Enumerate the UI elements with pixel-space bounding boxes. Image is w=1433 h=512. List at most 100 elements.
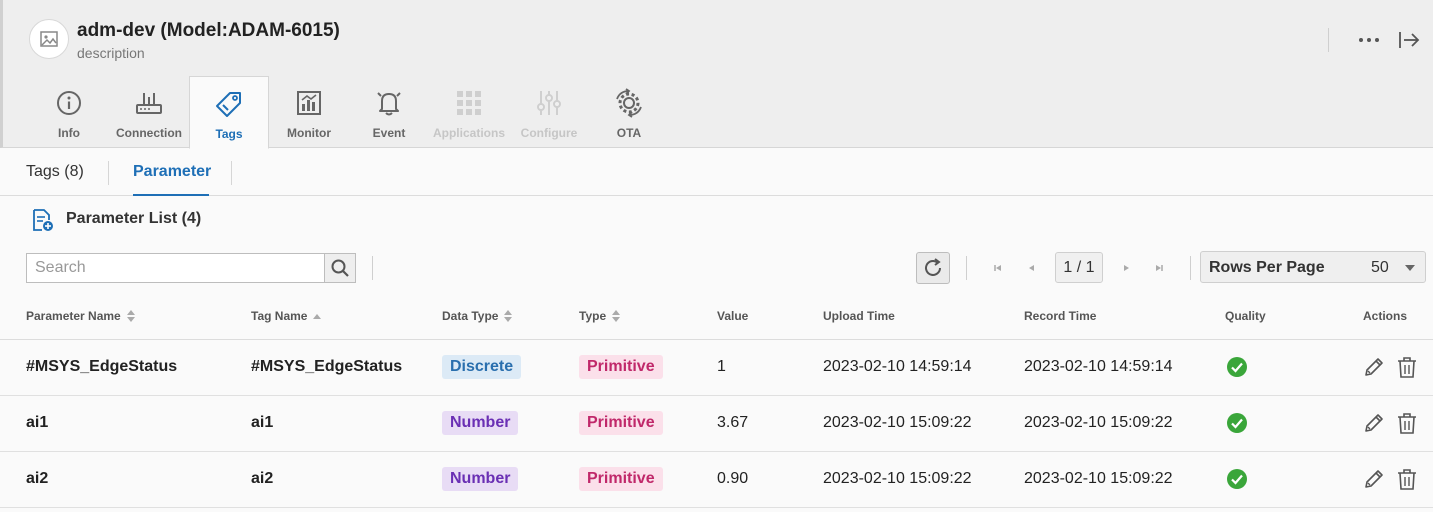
grid-apps-icon: [454, 88, 484, 118]
tab-applications: Applications: [429, 76, 509, 148]
more-button[interactable]: [1355, 28, 1383, 52]
page-title: adm-dev (Model:ADAM-6015): [77, 20, 340, 41]
search-icon: [331, 259, 349, 277]
header-divider: [1328, 28, 1329, 52]
data-type-badge: Number: [442, 411, 519, 435]
column-header-label: Value: [717, 309, 749, 323]
tab-label: Tags: [215, 127, 243, 141]
column-header-parameter-name[interactable]: Parameter Name: [26, 309, 135, 323]
next-page-button[interactable]: [1118, 258, 1134, 278]
sort-icon: [504, 310, 513, 322]
column-header-label: Type: [579, 309, 607, 323]
toolbar-divider: [966, 256, 967, 280]
column-header-actions: Actions: [1363, 309, 1407, 323]
tab-event[interactable]: Event: [349, 76, 429, 148]
refresh-button[interactable]: [916, 252, 950, 284]
first-page-button[interactable]: [990, 258, 1006, 278]
check-circle-icon: [1227, 413, 1247, 433]
table-row: #MSYS_EdgeStatus #MSYS_EdgeStatus Discre…: [0, 340, 1433, 396]
tag-name-cell: #MSYS_EdgeStatus: [251, 358, 403, 375]
record-time-cell: 2023-02-10 15:09:22: [1024, 414, 1173, 431]
prev-page-button[interactable]: [1024, 258, 1040, 278]
column-header-label: Quality: [1225, 309, 1266, 323]
tab-label: Applications: [432, 126, 505, 140]
router-icon: [134, 88, 164, 118]
trash-icon[interactable]: [1396, 468, 1418, 490]
last-page-button[interactable]: [1151, 258, 1167, 278]
value-cell: 0.90: [717, 470, 749, 487]
table-row: ai2 ai2 Number Primitive 0.90 2023-02-10…: [0, 452, 1433, 508]
upload-time-cell: 2023-02-10 15:09:22: [823, 414, 972, 431]
exit-arrow-icon: [1399, 32, 1420, 48]
record-time-cell: 2023-02-10 14:59:14: [1024, 358, 1173, 375]
toolbar-divider: [372, 256, 373, 280]
tab-connection[interactable]: Connection: [109, 76, 189, 148]
document-add-icon[interactable]: [32, 209, 54, 238]
column-header-label: Tag Name: [251, 309, 308, 323]
rows-per-page-value: 50: [1371, 259, 1389, 276]
info-icon: [54, 88, 84, 118]
refresh-icon: [925, 258, 941, 276]
subtab-tags[interactable]: Tags (8): [26, 163, 84, 181]
edit-pencil-icon[interactable]: [1363, 412, 1385, 434]
next-page-icon: [1124, 265, 1129, 271]
more-dots-icon: [1359, 38, 1379, 42]
search-button[interactable]: [324, 253, 356, 283]
tab-monitor[interactable]: Monitor: [269, 76, 349, 148]
parameter-list-title: Parameter List (4): [66, 210, 202, 227]
type-badge: Primitive: [579, 411, 663, 435]
tab-label: Connection: [116, 126, 182, 140]
sort-icon: [126, 310, 135, 322]
tab-label: Info: [58, 126, 80, 140]
upload-time-cell: 2023-02-10 15:09:22: [823, 470, 972, 487]
tag-name-cell: ai1: [251, 414, 274, 431]
column-header-tag-name[interactable]: Tag Name: [251, 309, 322, 323]
search-input[interactable]: [26, 253, 325, 283]
value-cell: 1: [717, 358, 726, 375]
ota-gear-icon: [614, 88, 644, 118]
column-header-record-time: Record Time: [1024, 309, 1096, 323]
tab-info[interactable]: Info: [29, 76, 109, 148]
sub-tabs: Tags (8) Parameter: [0, 148, 1433, 196]
trash-icon[interactable]: [1396, 356, 1418, 378]
type-badge: Primitive: [579, 355, 663, 379]
column-header-data-type[interactable]: Data Type: [442, 309, 513, 323]
column-header-upload-time: Upload Time: [823, 309, 895, 323]
edit-pencil-icon[interactable]: [1363, 356, 1385, 378]
image-placeholder-icon: [29, 19, 69, 59]
edit-pencil-icon[interactable]: [1363, 468, 1385, 490]
rows-per-page-label: Rows Per Page: [1209, 259, 1325, 276]
sort-ascending-icon: [313, 313, 322, 319]
sliders-icon: [534, 88, 564, 118]
tab-tags[interactable]: Tags: [189, 76, 269, 149]
subtab-divider: [231, 161, 232, 185]
chevron-down-icon: [1405, 265, 1415, 271]
column-header-label: Upload Time: [823, 309, 895, 323]
parameter-name-cell: ai1: [26, 414, 49, 431]
last-page-icon: [1156, 265, 1163, 271]
device-tabs: Info Connection Tags Monitor Event Appli…: [29, 76, 669, 149]
column-header-label: Actions: [1363, 309, 1408, 323]
bell-icon: [374, 88, 404, 118]
device-description: description: [77, 45, 145, 61]
sort-icon: [612, 310, 621, 322]
column-header-label: Data Type: [442, 309, 499, 323]
record-time-cell: 2023-02-10 15:09:22: [1024, 470, 1173, 487]
tag-name-cell: ai2: [251, 470, 274, 487]
tab-label: OTA: [616, 126, 642, 140]
check-circle-icon: [1227, 357, 1247, 377]
parameter-name-cell: #MSYS_EdgeStatus: [26, 358, 178, 375]
trash-icon[interactable]: [1396, 412, 1418, 434]
type-badge: Primitive: [579, 467, 663, 491]
column-header-value: Value: [717, 309, 748, 323]
subtab-divider: [108, 161, 109, 185]
subtab-parameter[interactable]: Parameter: [133, 163, 211, 181]
tab-label: Configure: [520, 126, 578, 140]
page-indicator: 1 / 1: [1055, 252, 1103, 283]
column-header-quality: Quality: [1225, 309, 1266, 323]
rows-per-page-select[interactable]: Rows Per Page 50: [1200, 251, 1426, 283]
exit-button[interactable]: [1396, 27, 1422, 53]
tab-ota[interactable]: OTA: [589, 76, 669, 148]
column-header-type[interactable]: Type: [579, 309, 621, 323]
parameter-name-cell: ai2: [26, 470, 49, 487]
